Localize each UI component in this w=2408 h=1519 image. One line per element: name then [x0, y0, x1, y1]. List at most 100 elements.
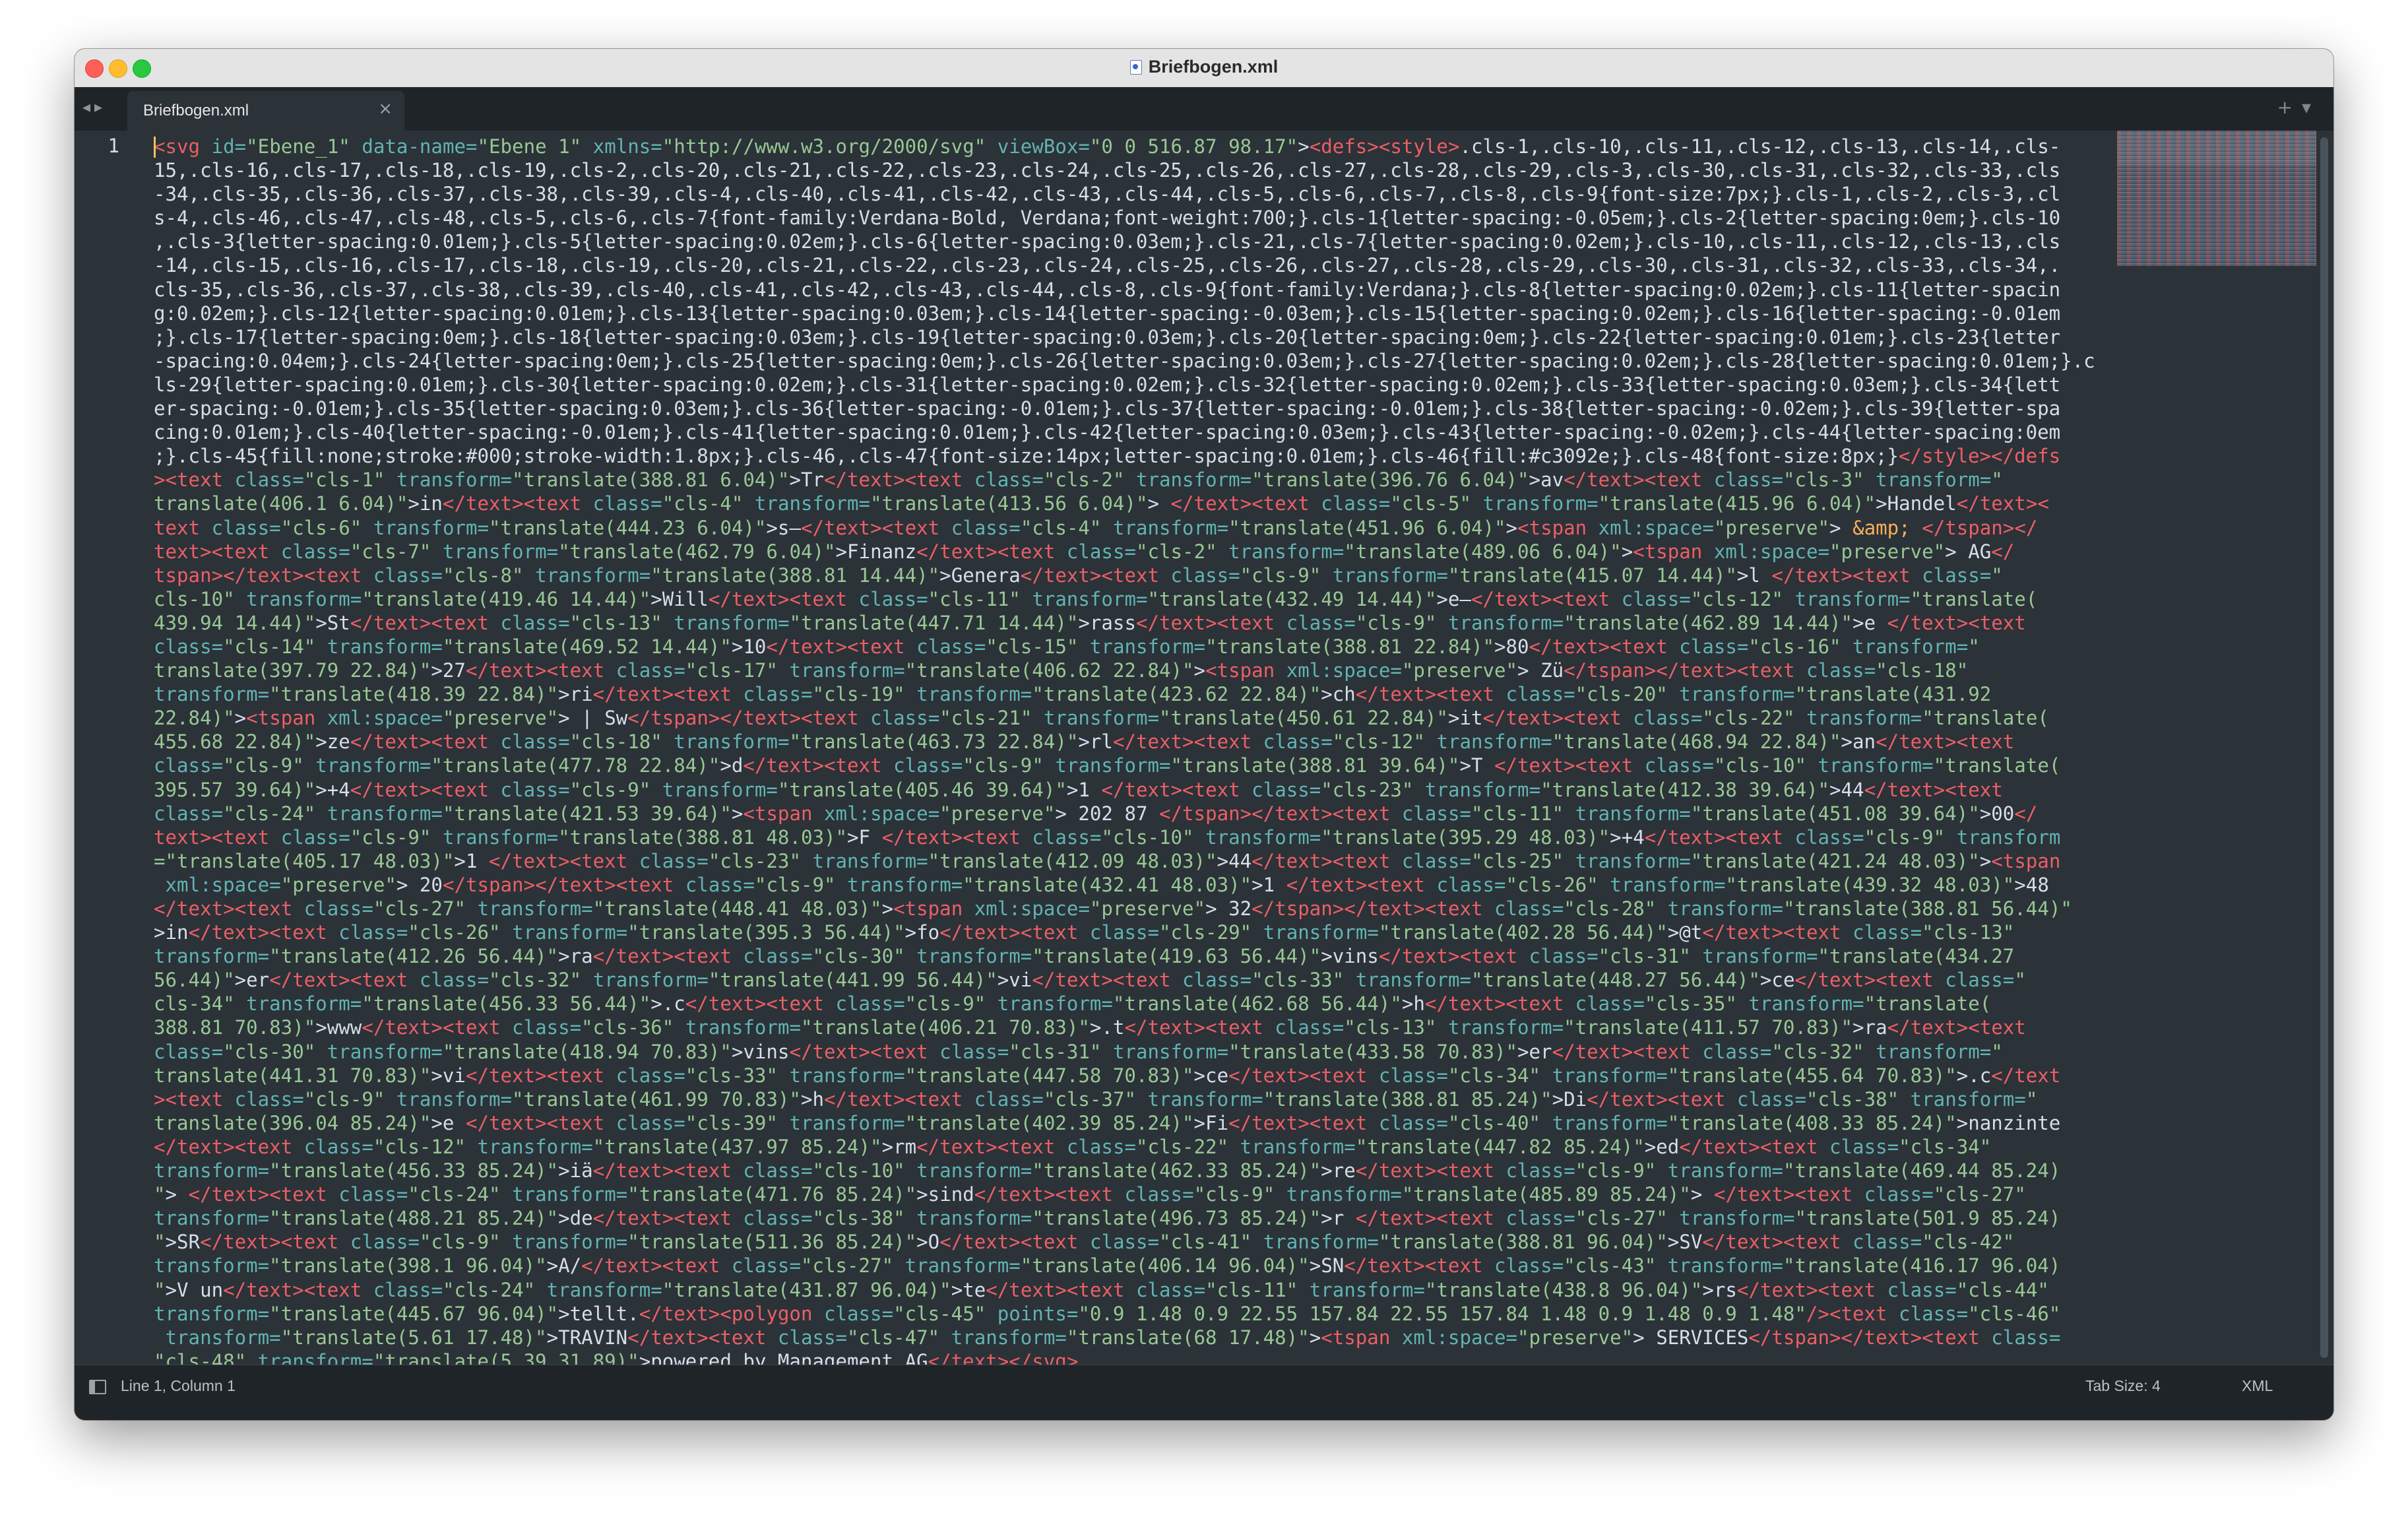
code-token: </tspan> — [627, 707, 720, 730]
code-token: </text> — [1644, 825, 1726, 849]
code-token: </text> — [350, 778, 431, 801]
code-token: "translate(477.78 22.84)" — [431, 754, 720, 777]
code-token: transform= — [1020, 587, 1148, 610]
code-token: > — [234, 707, 247, 730]
code-token: "cls-9" — [963, 754, 1044, 777]
code-token: </text> — [627, 1326, 709, 1349]
code-token: "translate(68 17.48)" — [1066, 1326, 1310, 1349]
code-token: 439.94 14.44)" — [154, 611, 316, 634]
code-token: > — [165, 1183, 189, 1206]
code-token: transform= — [1298, 1278, 1425, 1301]
code-token: class= — [1263, 1016, 1345, 1039]
code-line: 455.68 22.84)">ze</text><text class="cls… — [154, 730, 2121, 754]
code-token: transform= — [1667, 683, 1795, 706]
code-token: "cls-9" — [419, 1231, 501, 1254]
code-token: "cls-2" — [1135, 540, 1217, 563]
code-token: </text> — [1344, 897, 1425, 920]
code-token: <text — [1066, 1278, 1125, 1301]
code-token: transform= — [1540, 1111, 1668, 1134]
code-line: translate(406.1 6.04)">in</text><text cl… — [154, 492, 2121, 515]
tab-close-icon[interactable]: × — [378, 99, 393, 119]
code-token: "translate(421.53 39.64)" — [442, 802, 732, 825]
tab-briefbogen[interactable]: Briefbogen.xml × — [127, 91, 404, 131]
code-line: </text><text class="cls-27" transform="t… — [154, 897, 2121, 921]
code-token: <tspan — [893, 897, 963, 920]
vertical-scrollbar[interactable] — [2320, 137, 2328, 1358]
code-token: </tspan> — [1252, 897, 1345, 920]
code-token: class= — [1078, 921, 1160, 944]
code-token: >d — [720, 754, 744, 777]
code-token: >rl — [1078, 730, 1113, 754]
code-token: </text> — [1424, 992, 1506, 1016]
code-token: "translate(432.49 14.44)" — [1147, 587, 1437, 610]
code-token: transform= — [777, 659, 905, 682]
code-token: transform= — [500, 921, 628, 944]
code-token: points= — [986, 1302, 1079, 1325]
code-token: transform= — [154, 683, 270, 706]
code-token: "translate(447.58 70.83)" — [904, 1064, 1194, 1087]
code-token: </svg> — [1009, 1349, 1079, 1365]
code-token: >nanzinte — [1956, 1111, 2061, 1134]
code-token: cls-35,.cls-36,.cls-37,.cls-38,.cls-39,.… — [154, 278, 2061, 301]
code-token: class= — [1390, 802, 1471, 825]
code-token: "translate(398.1 96.04)" — [269, 1254, 547, 1277]
code-token: >.c — [650, 992, 685, 1016]
code-line: ;}.cls-17{letter-spacing:0em;}.cls-18{le… — [154, 325, 2121, 349]
tab-size-selector[interactable]: Tab Size: 4 — [2085, 1377, 2161, 1395]
code-token: transform= — [315, 635, 443, 658]
code-token: transform= — [500, 1231, 628, 1254]
code-token: ;}.cls-17{letter-spacing:0em;}.cls-18{le… — [154, 325, 2061, 348]
code-token: <text — [1968, 1016, 2026, 1039]
code-token: 56.44)" — [154, 969, 235, 992]
minimap-viewport[interactable] — [2117, 131, 2316, 165]
sidebar-icon[interactable] — [89, 1380, 106, 1394]
code-token: <text — [847, 635, 905, 658]
code-token: class= — [1853, 1183, 1934, 1206]
code-editor[interactable]: <svg id="Ebene_1" data-name="Ebene 1" xm… — [154, 131, 2121, 1365]
code-token: >vi — [431, 1064, 466, 1087]
code-token: "cls-33" — [685, 1064, 778, 1087]
code-token: class= — [928, 1040, 1009, 1063]
code-token: "translate(406.62 22.84)" — [904, 659, 1194, 682]
syntax-selector[interactable]: XML — [2242, 1377, 2273, 1395]
code-token: transform= — [1690, 945, 1818, 968]
cursor-position[interactable]: Line 1, Column 1 — [121, 1377, 236, 1395]
code-token: 22.84)" — [154, 707, 235, 730]
code-token: cing:0.01em;}.cls-40{letter-spacing:-0.0… — [154, 421, 2061, 444]
code-line: transform="translate(398.1 96.04)">A/</t… — [154, 1254, 2121, 1277]
code-token: <text — [963, 825, 1021, 849]
code-token: <text — [546, 1111, 605, 1134]
code-token: </text — [1991, 1064, 2061, 1087]
code-token: "translate(413.56 6.04)" — [870, 492, 1148, 515]
code-token: "translate(412.38 39.64)" — [1540, 778, 1829, 801]
window-title: Briefbogen.xml — [75, 57, 2333, 77]
code-token: </text> — [881, 825, 963, 849]
code-token: "cls-4" — [662, 492, 744, 515]
new-tab-and-menu-icon[interactable]: +▾ — [2277, 96, 2320, 118]
code-token: </text> — [766, 635, 848, 658]
code-content[interactable]: <svg id="Ebene_1" data-name="Ebene 1" xm… — [154, 131, 2121, 1365]
code-token: class= — [1367, 1111, 1448, 1134]
code-token: transform= — [1436, 1016, 1564, 1039]
code-token: </text> — [928, 1349, 1009, 1365]
code-token: " — [1991, 1040, 2003, 1063]
code-token: "translate(448.27 56.44)" — [1471, 969, 1760, 992]
tab-nav-arrows-icon[interactable]: ◂▸ — [82, 98, 106, 116]
code-token: transform= — [1471, 492, 1599, 515]
code-token: "preserve" — [1089, 897, 1206, 920]
code-token: transform= — [154, 1207, 270, 1230]
code-token: </text> — [1887, 611, 1969, 634]
code-token: </text> — [1355, 683, 1437, 706]
code-token: "translate(439.32 48.03)" — [1725, 873, 2015, 896]
code-token: </text> — [720, 707, 801, 730]
code-token: <text — [350, 969, 408, 992]
code-token: " — [2025, 1087, 2038, 1111]
code-token: class= — [1979, 1326, 2061, 1349]
code-token: <text — [1309, 1064, 1368, 1087]
code-token: <text — [789, 587, 848, 610]
code-token: <text — [1818, 1278, 1876, 1301]
code-token: <tspan — [246, 707, 316, 730]
code-token: <text — [674, 1207, 732, 1230]
code-token: <text — [662, 1254, 720, 1277]
code-token: </tspan> — [1564, 659, 1657, 682]
